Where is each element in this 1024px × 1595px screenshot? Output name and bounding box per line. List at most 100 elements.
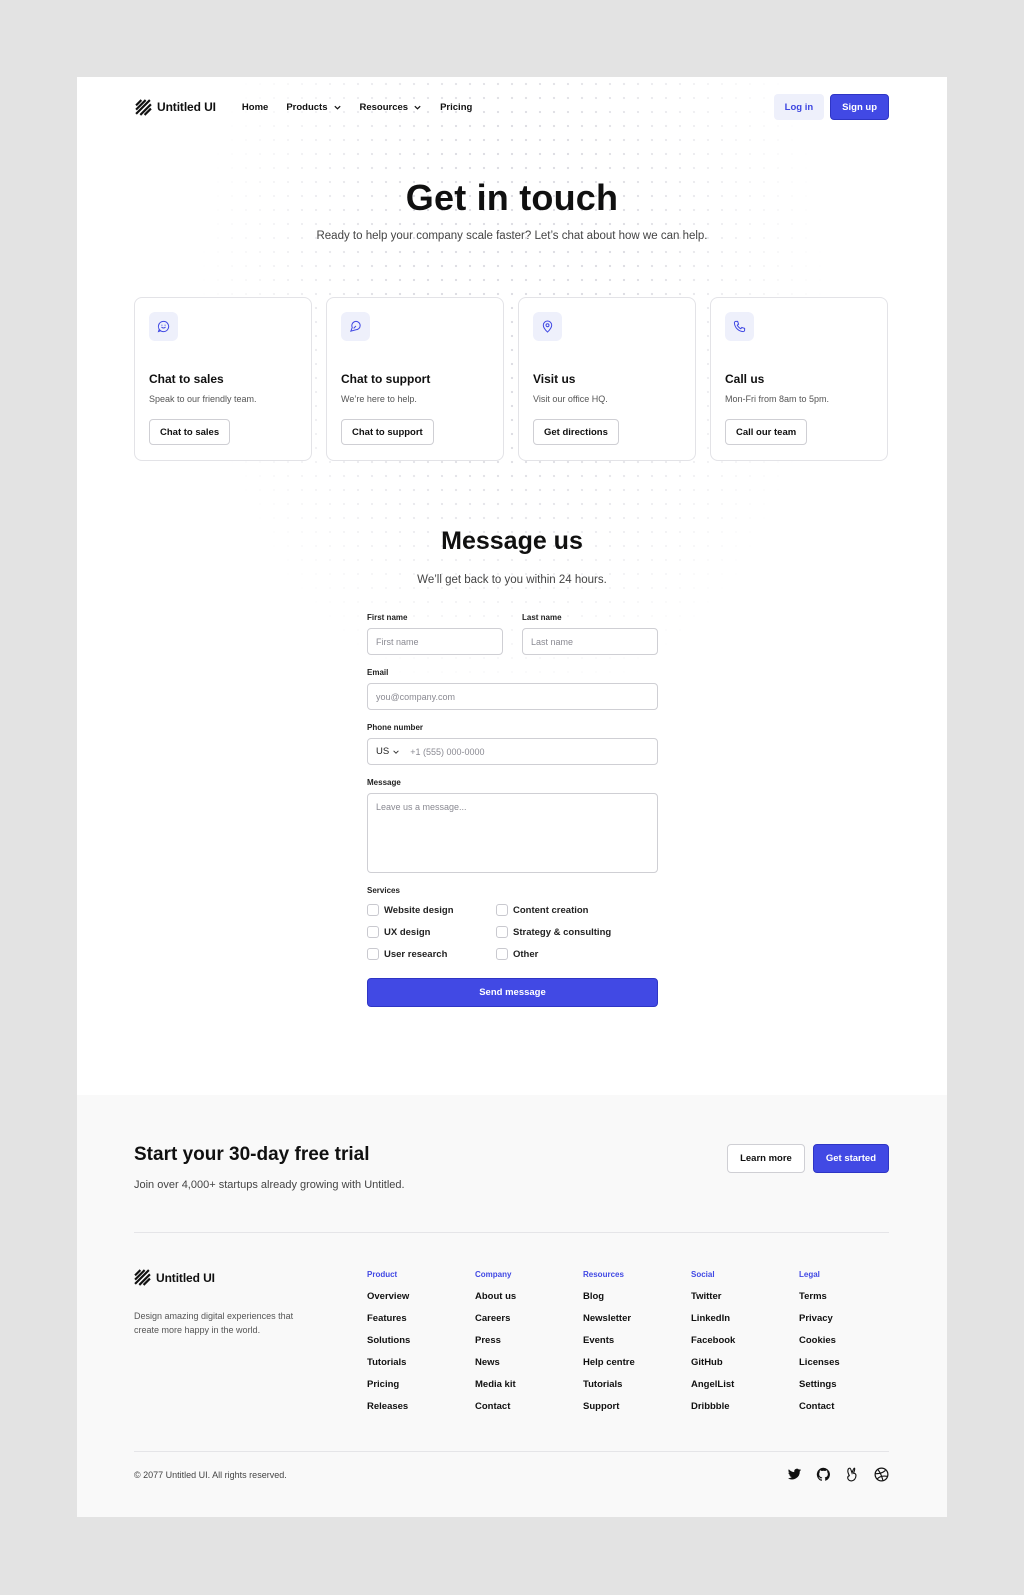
footer-link[interactable]: Licenses	[799, 1357, 907, 1369]
footer-link[interactable]: Privacy	[799, 1313, 907, 1325]
footer-link[interactable]: Twitter	[691, 1291, 799, 1303]
footer-link[interactable]: Contact	[475, 1401, 583, 1413]
contact-form: First name First name Last name Last nam…	[367, 613, 658, 1007]
card-description: Speak to our friendly team.	[149, 394, 257, 404]
footer-link[interactable]: Dribbble	[691, 1401, 799, 1413]
card-title: Chat to support	[341, 372, 431, 386]
services-label: Services	[367, 886, 400, 895]
phone-field: US +1 (555) 000-0000	[367, 738, 658, 765]
chevron-down-icon	[333, 105, 341, 110]
footer-link[interactable]: Media kit	[475, 1379, 583, 1391]
nav-link-label: Products	[286, 101, 328, 113]
footer-link[interactable]: Solutions	[367, 1335, 475, 1347]
footer-link[interactable]: Releases	[367, 1401, 475, 1413]
footer-link[interactable]: Contact	[799, 1401, 907, 1413]
footer-link[interactable]: Pricing	[367, 1379, 475, 1391]
footer-link[interactable]: Help centre	[583, 1357, 691, 1369]
footer-link[interactable]: AngelList	[691, 1379, 799, 1391]
twitter-icon[interactable]	[787, 1467, 802, 1482]
footer-link[interactable]: Tutorials	[367, 1357, 475, 1369]
divider	[134, 1232, 889, 1233]
message-label: Message	[367, 778, 401, 787]
nav-link-home[interactable]: Home	[242, 102, 268, 113]
first-name-field[interactable]: First name	[367, 628, 503, 655]
map-pin-icon	[533, 312, 562, 341]
footer-link[interactable]: Blog	[583, 1291, 691, 1303]
checkbox[interactable]	[367, 948, 379, 960]
checkbox[interactable]	[496, 926, 508, 938]
footer-link[interactable]: Features	[367, 1313, 475, 1325]
footer-link[interactable]: About us	[475, 1291, 583, 1303]
service-option[interactable]: Website design	[367, 904, 496, 916]
service-option[interactable]: Strategy & consulting	[496, 926, 646, 938]
checkbox[interactable]	[367, 926, 379, 938]
footer-link[interactable]: Newsletter	[583, 1313, 691, 1325]
contact-card-sales: Chat to sales Speak to our friendly team…	[134, 297, 312, 461]
brand-logo[interactable]: Untitled UI	[135, 98, 216, 116]
call-our-team-button[interactable]: Call our team	[725, 419, 808, 445]
footer-link[interactable]: Overview	[367, 1291, 475, 1303]
get-started-button[interactable]: Get started	[812, 1144, 889, 1173]
top-nav: Untitled UI Home Products Resources Pric…	[135, 89, 889, 125]
page-title: Get in touch	[405, 177, 619, 218]
footer-column-legal: Legal Terms Privacy Cookies Licenses Set…	[799, 1270, 907, 1423]
footer-link[interactable]: Press	[475, 1335, 583, 1347]
message-textarea[interactable]: Leave us a message...	[367, 793, 658, 873]
service-option[interactable]: Other	[496, 948, 646, 960]
divider	[134, 1451, 889, 1452]
footer-link[interactable]: GitHub	[691, 1357, 799, 1369]
footer-column-heading: Social	[691, 1270, 715, 1279]
angellist-icon[interactable]	[845, 1467, 860, 1482]
checkbox[interactable]	[496, 948, 508, 960]
footer-link[interactable]: Facebook	[691, 1335, 799, 1347]
service-option[interactable]: User research	[367, 948, 496, 960]
card-description: Visit our office HQ.	[533, 394, 608, 404]
last-name-field[interactable]: Last name	[522, 628, 658, 655]
nav-link-pricing[interactable]: Pricing	[440, 102, 472, 113]
footer-tagline: Design amazing digital experiences that …	[134, 1311, 294, 1335]
github-icon[interactable]	[816, 1467, 831, 1482]
footer-link[interactable]: LinkedIn	[691, 1313, 799, 1325]
get-directions-button[interactable]: Get directions	[533, 419, 619, 445]
login-button[interactable]: Log in	[773, 94, 825, 120]
footer-link[interactable]: Tutorials	[583, 1379, 691, 1391]
footer-link[interactable]: Support	[583, 1401, 691, 1413]
footer-brand-logo[interactable]: Untitled UI	[134, 1269, 215, 1286]
footer-link[interactable]: Terms	[799, 1291, 907, 1303]
footer-link[interactable]: Events	[583, 1335, 691, 1347]
nav-links: Home Products Resources Pricing	[242, 102, 490, 113]
footer-link[interactable]: News	[475, 1357, 583, 1369]
footer-link[interactable]: Settings	[799, 1379, 907, 1391]
service-option[interactable]: Content creation	[496, 904, 646, 916]
copyright-text: © 2077 Untitled UI. All rights reserved.	[134, 1470, 287, 1480]
nav-actions: Log in Sign up	[773, 94, 889, 120]
footer-column-heading: Legal	[799, 1270, 820, 1279]
service-label: Other	[513, 948, 539, 960]
service-label: Content creation	[513, 904, 589, 916]
footer-link[interactable]: Careers	[475, 1313, 583, 1325]
chat-to-sales-button[interactable]: Chat to sales	[149, 419, 231, 445]
footer-link[interactable]: Cookies	[799, 1335, 907, 1347]
phone-input[interactable]: +1 (555) 000-0000	[410, 747, 484, 757]
nav-link-products[interactable]: Products	[286, 102, 341, 113]
send-message-button[interactable]: Send message	[367, 978, 658, 1007]
checkbox[interactable]	[367, 904, 379, 916]
first-name-label: First name	[367, 613, 408, 622]
card-description: We’re here to help.	[341, 394, 417, 404]
country-code-select[interactable]: US	[376, 746, 400, 757]
learn-more-button[interactable]: Learn more	[727, 1144, 805, 1173]
contact-card-support: Chat to support We’re here to help. Chat…	[326, 297, 504, 461]
nav-link-resources[interactable]: Resources	[360, 102, 423, 113]
chat-to-support-button[interactable]: Chat to support	[341, 419, 434, 445]
checkbox[interactable]	[496, 904, 508, 916]
card-title: Call us	[725, 372, 765, 386]
dribbble-icon[interactable]	[874, 1467, 889, 1482]
service-label: UX design	[384, 926, 431, 938]
services-checkbox-group: Website design Content creation UX desig…	[367, 904, 658, 960]
email-field[interactable]: you@company.com	[367, 683, 658, 710]
email-label: Email	[367, 668, 389, 677]
nav-link-label: Home	[241, 101, 269, 113]
service-option[interactable]: UX design	[367, 926, 496, 938]
signup-button[interactable]: Sign up	[830, 94, 889, 120]
logo-icon	[135, 98, 152, 116]
